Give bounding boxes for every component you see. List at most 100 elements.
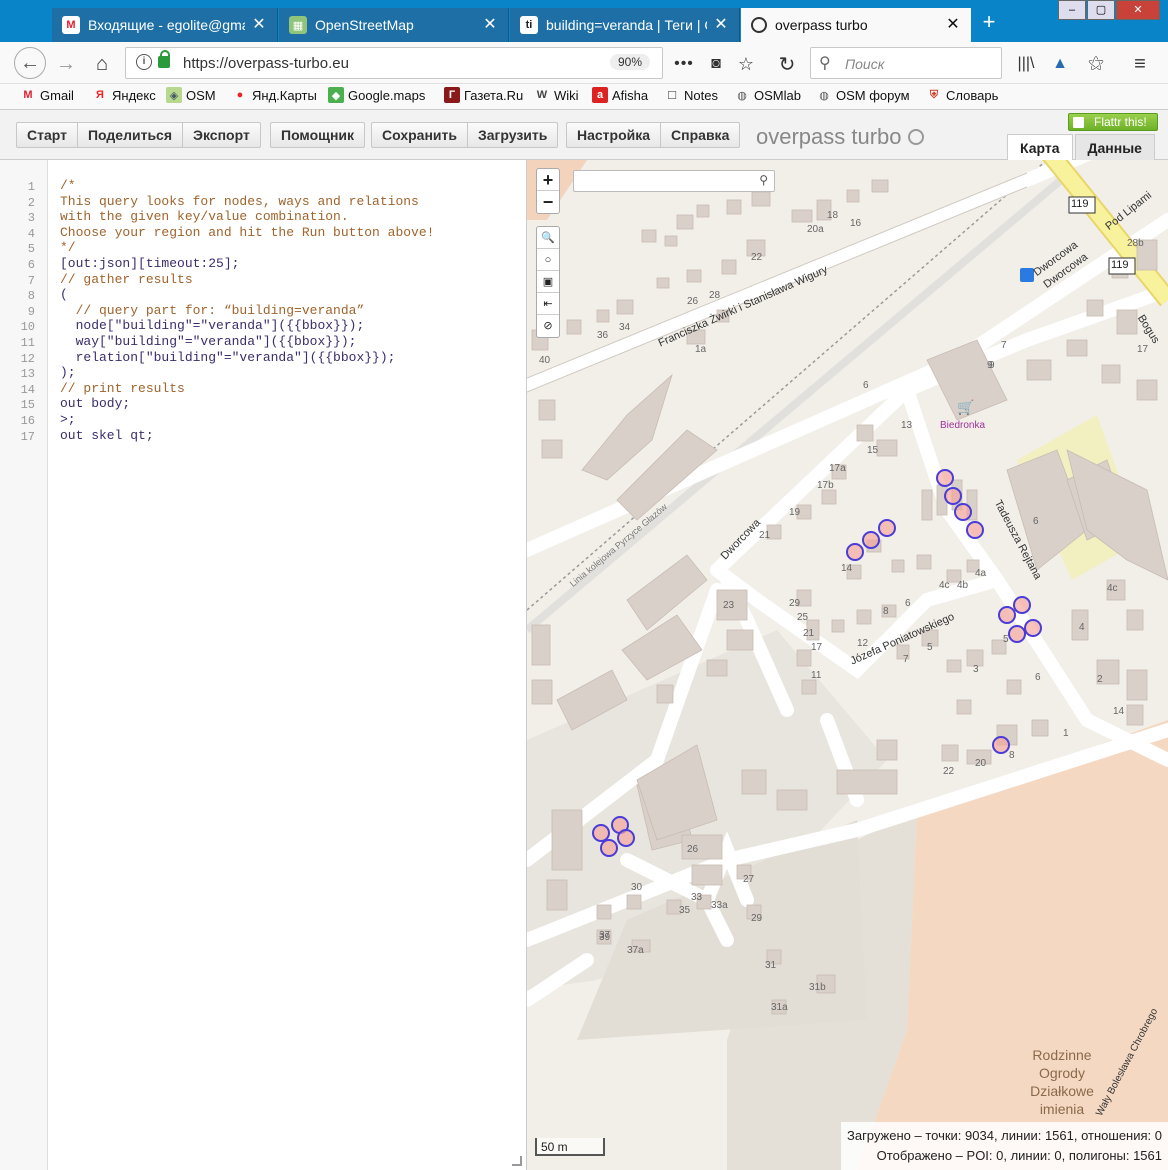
save-button[interactable]: Сохранить (372, 123, 468, 147)
layers-icon[interactable]: ▣ (537, 271, 559, 293)
bookmark-slovar[interactable]: ⛨ Словарь (926, 87, 998, 103)
lock-icon[interactable] (158, 50, 170, 68)
load-button[interactable]: Загрузить (468, 123, 557, 147)
maximize-button[interactable]: ▢ (1087, 0, 1115, 20)
close-icon[interactable]: ✕ (251, 17, 267, 33)
code-line[interactable]: ( (60, 287, 68, 302)
search-box[interactable]: ⚲ Поиск (810, 47, 1002, 79)
code-line[interactable]: out body; (60, 396, 130, 411)
bookmarks-bar: M Gmail Я Яндекс ◈ OSM ● Янд.Карты ◆ Google.m… (0, 84, 1168, 110)
pocket-icon[interactable]: ◙ (702, 50, 730, 78)
new-tab-button[interactable]: + (978, 10, 1000, 34)
gazeta-icon: Г (444, 87, 460, 103)
bookmark-osmlab[interactable]: ◍ OSMlab (734, 87, 801, 103)
tab-taginfo[interactable]: ti building=veranda | Теги | O ✕ (510, 8, 740, 42)
map-canvas[interactable]: 🛒 (527, 160, 1168, 1170)
minimize-button[interactable]: – (1058, 0, 1086, 20)
flattr-button[interactable]: Flattr this! (1068, 113, 1158, 131)
extension-icon[interactable]: ⚝ (1082, 50, 1110, 78)
bookmark-wiki[interactable]: W Wiki (534, 87, 579, 103)
map-view[interactable]: 🛒 119 119 Franciszka Żwirki i Stanisława… (527, 160, 1168, 1170)
gmail-icon: M (23, 89, 33, 101)
start-button[interactable]: Старт (17, 123, 78, 147)
home-button[interactable]: ⌂ (88, 50, 116, 78)
back-button[interactable]: ← (14, 47, 46, 79)
toolbar-group-settings: Настройка Справка (566, 122, 741, 148)
code-line[interactable]: >; (60, 412, 76, 427)
house-number: 4c (1107, 583, 1118, 594)
bookmark-yandex-maps[interactable]: ● Янд.Карты (232, 87, 317, 103)
code-line[interactable]: /* (60, 178, 76, 193)
code-line[interactable]: relation["building"="veranda"]({{bbox}})… (60, 350, 396, 365)
house-number: 28b (1127, 238, 1144, 249)
menu-icon[interactable]: ≡ (1126, 50, 1154, 78)
code-line[interactable]: This query looks for nodes, ways and rel… (60, 194, 419, 209)
wizard-button[interactable]: Помощник (271, 123, 364, 147)
help-button[interactable]: Справка (661, 123, 739, 147)
zoom-out-button[interactable]: − (537, 191, 559, 213)
tab-gmail[interactable]: M Входящие - egolite@gmail.c ✕ (52, 8, 278, 42)
bookmark-notes[interactable]: ☐ Notes (664, 87, 718, 103)
tab-overpass-turbo[interactable]: overpass turbo ✕ (741, 8, 971, 42)
bookmark-gmail[interactable]: M Gmail (20, 87, 74, 103)
code-line[interactable]: ); (60, 365, 76, 380)
tab-title: building=veranda | Теги | O (546, 17, 707, 33)
bookmark-gazeta[interactable]: Г Газета.Ru (444, 87, 523, 103)
forward-button[interactable]: → (52, 50, 80, 78)
fullscreen-icon[interactable]: ⇤ (537, 293, 559, 315)
settings-button[interactable]: Настройка (567, 123, 662, 147)
overpass-icon (751, 17, 767, 33)
code-line[interactable]: way["building"="veranda"]({{bbox}}); (60, 334, 357, 349)
url-bar[interactable]: i https://overpass-turbo.eu 90% (125, 47, 663, 79)
poi-label-biedronka: Biedronka (940, 420, 986, 431)
code-line[interactable]: node["building"="veranda"]({{bbox}}); (60, 318, 365, 333)
house-number: 2 (1097, 674, 1103, 685)
code-line[interactable]: Choose your region and hit the Run butto… (60, 225, 434, 240)
code-line[interactable]: with the given key/value combination. (60, 209, 349, 224)
zoom-to-data-icon[interactable]: 🔍 (537, 227, 559, 249)
bookmark-google-maps[interactable]: ◆ Google.maps (328, 87, 425, 103)
search-icon: ⚲ (819, 55, 831, 72)
map-icon: ▦ (289, 16, 307, 34)
house-number: 11 (811, 670, 822, 681)
query-editor[interactable]: 1 2 3 4 5 6 7 8 9 10 11 12 13 14 15 16 17 /* This query l… (0, 160, 527, 1170)
zoom-in-button[interactable]: + (537, 169, 559, 191)
code-line[interactable]: out skel qt; (60, 428, 154, 443)
code-line[interactable]: */ (60, 240, 76, 255)
code-line[interactable]: [out:json][timeout:25]; (60, 256, 239, 271)
page-actions-icon[interactable]: ••• (670, 50, 698, 78)
bookmark-star-icon[interactable]: ☆ (732, 50, 760, 78)
house-number: 4c (939, 580, 950, 591)
sync-icon[interactable]: ▲ (1046, 50, 1074, 78)
bookmark-afisha[interactable]: a Afisha (592, 87, 648, 103)
close-icon[interactable]: ✕ (945, 17, 961, 33)
bookmark-osm-forum[interactable]: ◍ OSM форум (816, 87, 909, 103)
bookmark-yandex[interactable]: Я Яндекс (92, 87, 156, 103)
tab-map[interactable]: Карта (1007, 134, 1073, 160)
google-maps-icon: ◆ (328, 87, 344, 103)
zoom-level-badge[interactable]: 90% (609, 54, 650, 70)
share-button[interactable]: Поделиться (78, 123, 184, 147)
close-icon[interactable]: ✕ (713, 17, 729, 33)
house-number: 39 (599, 932, 611, 943)
code-line[interactable]: // gather results (60, 272, 193, 287)
house-number: 4b (957, 580, 969, 591)
info-icon[interactable]: i (136, 54, 152, 70)
close-icon[interactable]: ✕ (482, 17, 498, 33)
window-close-button[interactable]: ✕ (1116, 0, 1160, 20)
tab-openstreetmap[interactable]: ▦ OpenStreetMap ✕ (279, 8, 509, 42)
clear-icon[interactable]: ⊘ (537, 315, 559, 337)
area-label-gardens: Rodzinne Ogrody Działkowe imienia (997, 1046, 1127, 1118)
library-icon[interactable]: |||\ (1012, 50, 1040, 78)
locate-icon[interactable]: ○ (537, 249, 559, 271)
code-line[interactable]: // print results (60, 381, 185, 396)
resize-handle[interactable] (512, 1156, 522, 1166)
tab-data[interactable]: Данные (1074, 134, 1155, 160)
url-text[interactable]: https://overpass-turbo.eu (183, 55, 349, 72)
code-line[interactable]: // query part for: “building=veranda” (60, 303, 365, 318)
map-search-input[interactable]: ⚲ (573, 170, 775, 192)
reload-icon[interactable]: ↻ (773, 50, 801, 78)
house-number: 18 (827, 210, 839, 221)
export-button[interactable]: Экспорт (183, 123, 260, 147)
bookmark-osm[interactable]: ◈ OSM (166, 87, 216, 103)
